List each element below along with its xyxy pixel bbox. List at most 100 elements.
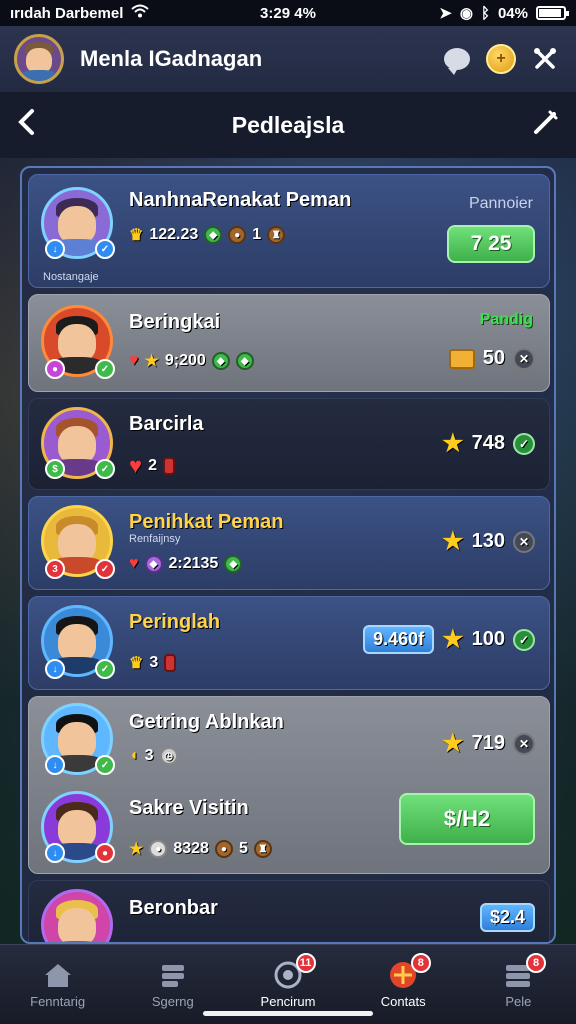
tab-label: Pencirum [260, 994, 316, 1009]
player-name: Barcirla [129, 413, 204, 435]
carrier-label: ırıdah Darbemel [10, 4, 124, 22]
back-button[interactable] [16, 106, 56, 145]
star-icon: ★ [442, 626, 464, 653]
mute-icon: ✕ [513, 732, 535, 755]
player-name: Peringlah [129, 611, 221, 633]
home-icon [40, 960, 76, 990]
location-icon: ➤ [439, 5, 452, 22]
mail-icon [448, 348, 475, 369]
card-icon [164, 654, 177, 672]
player-subtitle: Renfaijnsy [129, 533, 181, 545]
gem-icon: ◆ [224, 555, 243, 573]
page-title: Pedleajsla [231, 111, 345, 138]
status-badge-icon: ✓ [95, 239, 115, 259]
card-icon [162, 457, 175, 475]
player-name: Beronbar [129, 897, 218, 919]
list-item[interactable]: ↓ ✓ Peringlah ♛ 3 9.460f ★ 100 ✓ [28, 596, 550, 690]
status-badge-icon: ✓ [95, 659, 115, 679]
star-icon: ♛ [129, 227, 144, 244]
check-icon: ✓ [513, 628, 535, 651]
star-icon: ★ [442, 528, 464, 555]
status-bar: ırıdah Darbemel 3:29 4% ➤ ◉ ᛒ 04% [0, 0, 576, 26]
player-name: Sakre Visitin [129, 797, 249, 819]
clock: 3:29 4% [260, 4, 316, 22]
list-item-group[interactable]: ↓ ✓ Getring Ablnkan ◖ 3 ◷ ★ 719 ✕ ↓ ● Sa… [28, 696, 550, 874]
battery-percent: 04% [497, 4, 528, 22]
alarm-icon: ◉ [459, 5, 473, 22]
notification-badge: 8 [410, 953, 431, 973]
gem-icon: ◆ [211, 352, 230, 370]
chat-button[interactable] [440, 42, 474, 76]
player-list[interactable]: ↓ ✓ Nostangaje NanhnaRenakat Peman ♛ 122… [20, 166, 556, 944]
row-score: 100 [471, 628, 505, 650]
tab-label: Pele [505, 994, 532, 1009]
stat-value: 122.23 [149, 226, 199, 243]
tools-button[interactable] [528, 42, 562, 76]
notification-badge: 11 [295, 953, 316, 973]
tab-label: Fenntarig [30, 994, 86, 1009]
buy-button[interactable]: $/H2 [399, 793, 535, 845]
trophy-icon: ♜ [267, 226, 286, 244]
rank-badge-icon: $ [45, 459, 65, 479]
gem-icon: ◆ [204, 226, 223, 244]
price-tag[interactable]: $2.4 [479, 903, 535, 932]
home-indicator[interactable] [203, 1011, 373, 1016]
row-score: 748 [471, 432, 505, 454]
stat-value: 5 [238, 840, 248, 857]
tab-stack[interactable]: 8 Pele [461, 945, 576, 1024]
stat-value: 8328 [173, 840, 209, 857]
player-name: Getring Ablnkan [129, 711, 284, 733]
mute-icon: ✕ [513, 347, 535, 370]
row-status-label: Pandig [479, 311, 533, 328]
list-item[interactable]: 3 ✓ Penihkat Peman Renfaijnsy ♥ ◆ 2:2135… [28, 496, 550, 590]
coin-icon: ● [214, 840, 233, 858]
rank-badge-icon: ↓ [45, 843, 65, 863]
list-item[interactable]: ↓ ✓ Nostangaje NanhnaRenakat Peman ♛ 122… [28, 174, 550, 288]
heart-icon: ♥ [129, 453, 143, 478]
nav-bar: Pedleajsla [0, 92, 576, 158]
list-item[interactable]: Beronbar $2.4 [28, 880, 550, 942]
profile-avatar[interactable] [14, 34, 64, 84]
row-score: 50 [482, 347, 505, 369]
gem-icon: ◆ [144, 555, 163, 573]
list-item[interactable]: ● ✓ Beringkai ♥ ★ 9;200 ◆ ◆ Pandig 50 ✕ [28, 294, 550, 392]
app-title: Menla IGadnagan [80, 46, 263, 71]
edit-icon [534, 110, 558, 134]
bottom-tab-bar: Fenntarig Sgerng 11 Pencirum 8 Contats 8… [0, 944, 576, 1024]
mute-icon: ✕ [513, 530, 535, 553]
rank-badge-icon: 3 [45, 559, 65, 579]
list-item[interactable]: $ ✓ Barcirla ♥ 2 ★ 748 ✓ [28, 398, 550, 490]
coins-button[interactable]: + [484, 42, 518, 76]
clock-icon: ◷ [159, 747, 178, 765]
coin-icon: ● [228, 226, 247, 244]
rank-badge-icon: ↓ [45, 239, 65, 259]
chevron-left-icon [18, 108, 34, 135]
check-icon: ✓ [513, 432, 535, 455]
stat-value: 9;200 [164, 352, 206, 369]
edit-button[interactable] [520, 108, 560, 143]
price-tag[interactable]: 9.460f [363, 625, 435, 654]
row-score: 130 [471, 530, 505, 552]
app-header: Menla IGadnagan + [0, 26, 576, 92]
coin-icon: ● [149, 840, 168, 858]
row-score: 719 [471, 732, 505, 754]
player-name: Beringkai [129, 311, 221, 333]
rank-badge-icon: ↓ [45, 659, 65, 679]
status-badge-icon: ✓ [95, 755, 115, 775]
status-badge-icon: ● [95, 843, 115, 863]
rank-badge-icon: ↓ [45, 755, 65, 775]
star-icon: ★ [442, 430, 464, 457]
chat-icon [444, 48, 470, 75]
tab-home[interactable]: Fenntarig [0, 945, 115, 1024]
stat-value: 1 [252, 226, 262, 243]
stat-value: 2:2135 [168, 555, 219, 572]
row-status-label: Pannoier [468, 195, 533, 212]
claim-button[interactable]: 7 25 [447, 225, 535, 263]
avatar [41, 889, 113, 942]
player-name: Penihkat Peman [129, 511, 284, 533]
player-name: NanhnaRenakat Peman [129, 189, 352, 211]
battery-icon [535, 6, 569, 20]
coin-icon: + [486, 44, 516, 74]
crown-icon: ♛ [129, 655, 144, 672]
tools-icon [534, 48, 556, 69]
